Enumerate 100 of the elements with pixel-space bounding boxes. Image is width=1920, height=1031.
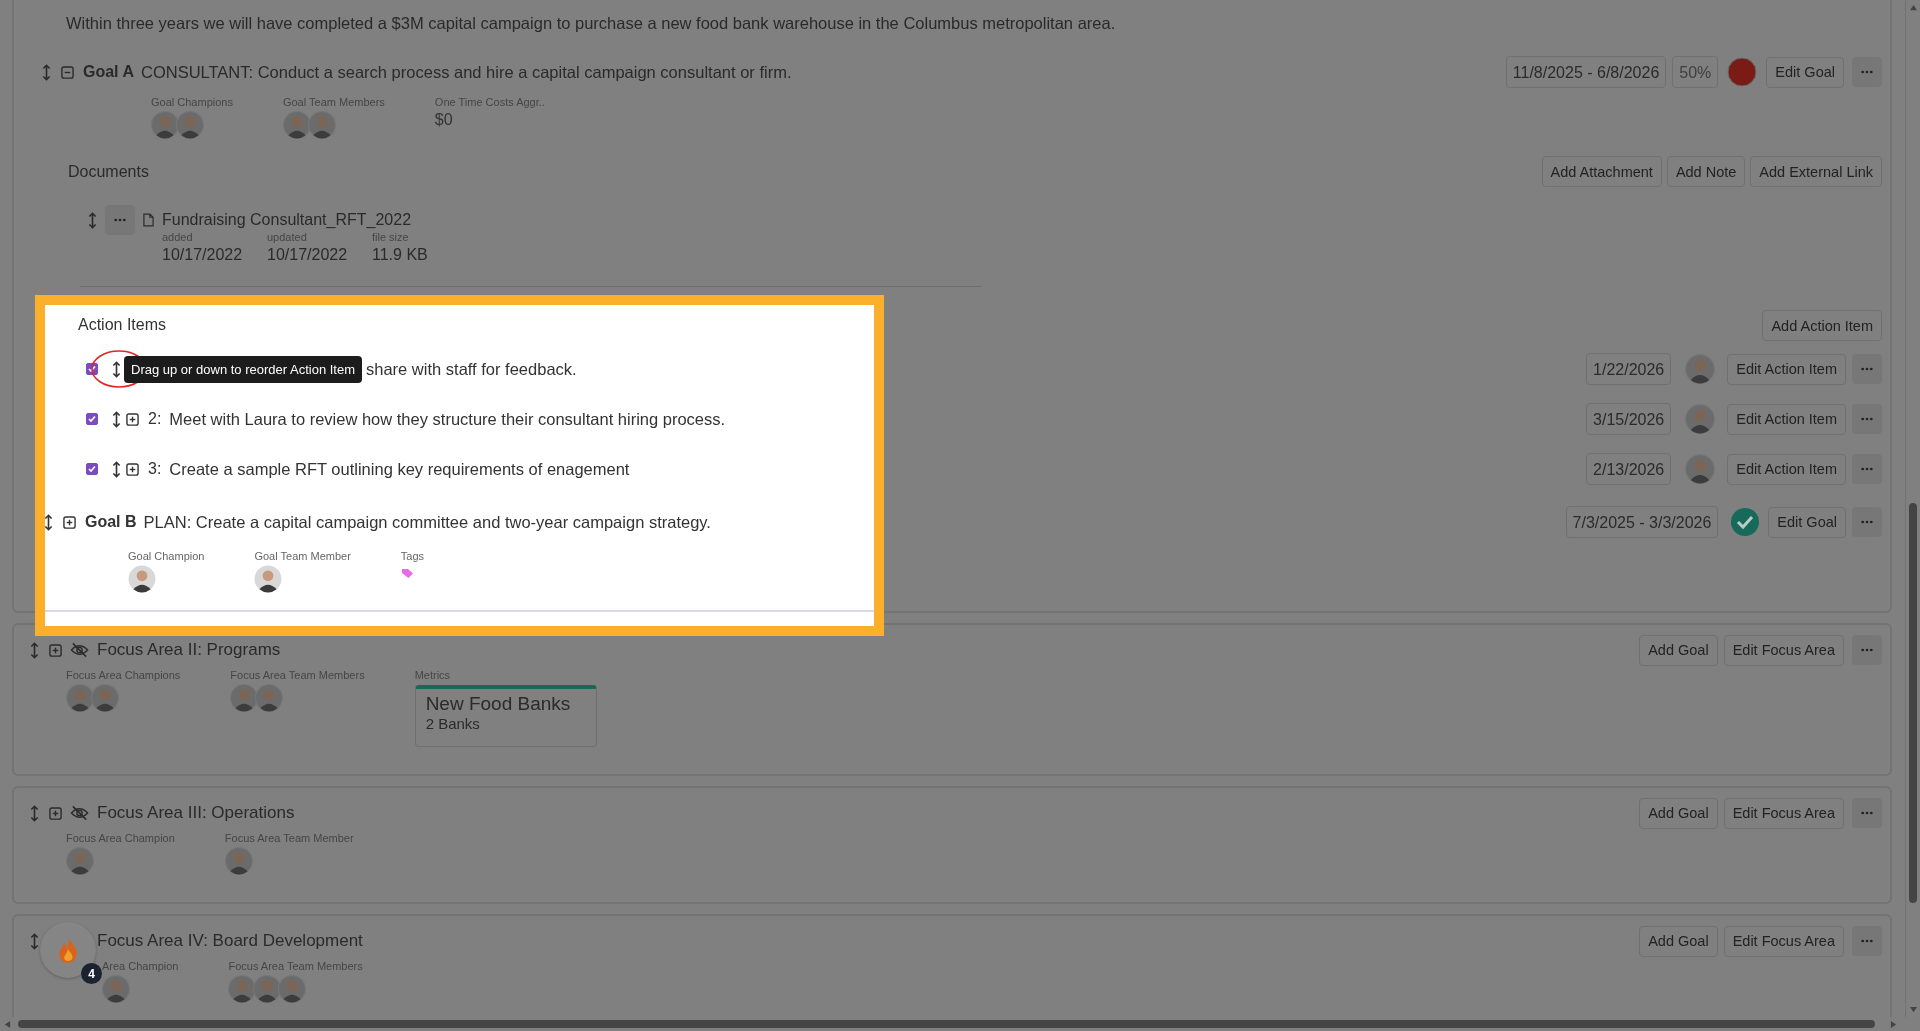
focus-area-title: Focus Area II: Programs (97, 640, 281, 660)
field-label: Focus Area Team Members (230, 669, 365, 681)
avatar (255, 684, 284, 712)
vertical-scrollbar[interactable] (1905, 0, 1920, 1017)
item-number: 3: (148, 460, 162, 478)
ellipsis-icon (1861, 467, 1873, 471)
due-date: 1/22/2026 (1586, 353, 1672, 385)
drag-handle-icon[interactable] (112, 360, 121, 378)
focus-area-button[interactable]: Add Goal (1639, 925, 1718, 957)
action-item-text: share with staff for feedback. (366, 359, 577, 379)
scroll-left-icon[interactable] (4, 1019, 11, 1029)
edit-action-item-button[interactable]: Edit Action Item (1727, 403, 1846, 435)
avatar (1685, 454, 1716, 484)
expand-icon[interactable] (63, 515, 76, 529)
checkbox[interactable] (86, 463, 98, 475)
avatar (282, 111, 311, 139)
ellipsis-icon (1861, 367, 1873, 371)
field-value: 11.9 KB (372, 246, 428, 264)
field-label: Goal Team Members (282, 96, 385, 108)
field-label: Focus Area Team Members (228, 960, 363, 972)
field-label: Goal Team Member (254, 550, 351, 562)
field-label: Focus Area Champions (66, 669, 181, 681)
add-button[interactable]: Add Attachment (1541, 156, 1662, 187)
metric-title: New Food Banks (425, 693, 572, 715)
goal-label: Goal A (83, 63, 134, 81)
drag-handle-icon[interactable] (30, 932, 39, 950)
hidden-icon[interactable] (70, 805, 89, 821)
avatar (176, 111, 204, 139)
hidden-icon[interactable] (70, 642, 89, 658)
due-date: 3/15/2026 (1586, 403, 1672, 435)
scroll-down-icon[interactable] (1908, 1006, 1918, 1013)
scrollbar-thumb[interactable] (18, 1020, 1875, 1028)
edit-action-item-button[interactable]: Edit Action Item (1727, 453, 1846, 485)
flame-icon (57, 936, 79, 964)
date-range: 11/8/2025 - 6/8/2026 (1505, 56, 1667, 88)
percent-badge: 50% (1672, 56, 1719, 88)
ellipsis-icon (1861, 520, 1873, 524)
scroll-up-icon[interactable] (1908, 4, 1918, 11)
avatar (151, 111, 179, 139)
section-title: Action Items (78, 316, 167, 334)
scrollbar-thumb[interactable] (1909, 503, 1917, 903)
add-action-item-button[interactable]: Add Action Item (1762, 310, 1882, 341)
goal-title: PLAN: Create a capital campaign committee and two-year campaign strategy. (143, 512, 711, 532)
date-range: 7/3/2025 - 3/3/2026 (1565, 506, 1719, 538)
field-label: Goal Champions (151, 96, 233, 108)
drag-handle-icon[interactable] (112, 460, 121, 478)
field-label: One Time Costs Aggr.. (434, 96, 545, 108)
avatar (254, 565, 283, 593)
field-value: $0 (434, 111, 454, 129)
edit-action-item-button[interactable]: Edit Action Item (1727, 353, 1846, 385)
avatar (307, 111, 336, 139)
field-label: Focus Area Team Member (224, 832, 354, 844)
edit-goal-button[interactable]: Edit Goal (1766, 56, 1844, 88)
drag-handle-icon[interactable] (30, 641, 39, 659)
avatar (253, 975, 282, 1003)
field-label: Area Champion (102, 960, 179, 972)
vision-text: Within three years we will have completed a $3M capital campaign to purchase a new food bank warehouse in the Columbus metropolitan area. (66, 13, 1117, 34)
checkbox[interactable] (86, 413, 98, 425)
goal-title: CONSULTANT: Conduct a search process and hire a capital campaign consultant or firm. (140, 62, 792, 82)
action-item-text: Meet with Laura to review how they structure their consultant hiring process. (169, 409, 726, 429)
drag-handle-icon[interactable] (88, 212, 97, 229)
expand-icon[interactable] (126, 412, 139, 426)
avatar (66, 847, 94, 875)
metric-card[interactable]: New Food Banks 2 Banks (414, 685, 597, 747)
collapse-icon[interactable] (61, 65, 74, 79)
avatar (102, 975, 130, 1003)
scroll-right-icon[interactable] (1890, 1019, 1897, 1029)
ellipsis-icon (114, 218, 126, 222)
avatar (91, 684, 119, 712)
field-value: 10/17/2022 (162, 246, 244, 264)
focus-area-button[interactable]: Add Goal (1639, 634, 1718, 666)
add-button[interactable]: Add Note (1666, 156, 1746, 187)
file-icon (143, 213, 154, 227)
edit-goal-button[interactable]: Edit Goal (1768, 506, 1846, 538)
avatar (224, 847, 253, 875)
drag-handle-icon[interactable] (112, 410, 121, 428)
focus-area-button[interactable]: Edit Focus Area (1723, 797, 1844, 829)
ellipsis-icon (1861, 811, 1873, 815)
drag-handle-icon[interactable] (44, 513, 53, 531)
ellipsis-icon (1861, 648, 1873, 652)
avatar (66, 684, 94, 712)
ellipsis-icon (1861, 70, 1873, 74)
field-label: Focus Area Champion (66, 832, 175, 844)
help-widget-button[interactable] (40, 922, 96, 978)
add-button[interactable]: Add External Link (1750, 156, 1882, 187)
expand-icon[interactable] (126, 462, 139, 476)
drag-handle-icon[interactable] (42, 63, 51, 81)
focus-area-title: Focus Area IV: Board Development (97, 931, 363, 951)
field-value: 10/17/2022 (267, 246, 349, 264)
focus-area-button[interactable]: Edit Focus Area (1723, 634, 1844, 666)
focus-area-button[interactable]: Edit Focus Area (1723, 925, 1844, 957)
focus-area-button[interactable]: Add Goal (1639, 797, 1718, 829)
avatar (128, 565, 156, 593)
item-number: 2: (148, 410, 162, 428)
avatar (228, 975, 257, 1003)
ellipsis-icon (1861, 417, 1873, 421)
tooltip: Drag up or down to reorder Action Item (124, 355, 362, 383)
notification-badge: 4 (81, 963, 102, 984)
drag-handle-icon[interactable] (30, 804, 39, 822)
action-item-text: Create a sample RFT outlining key requirements of enagement (169, 459, 630, 479)
